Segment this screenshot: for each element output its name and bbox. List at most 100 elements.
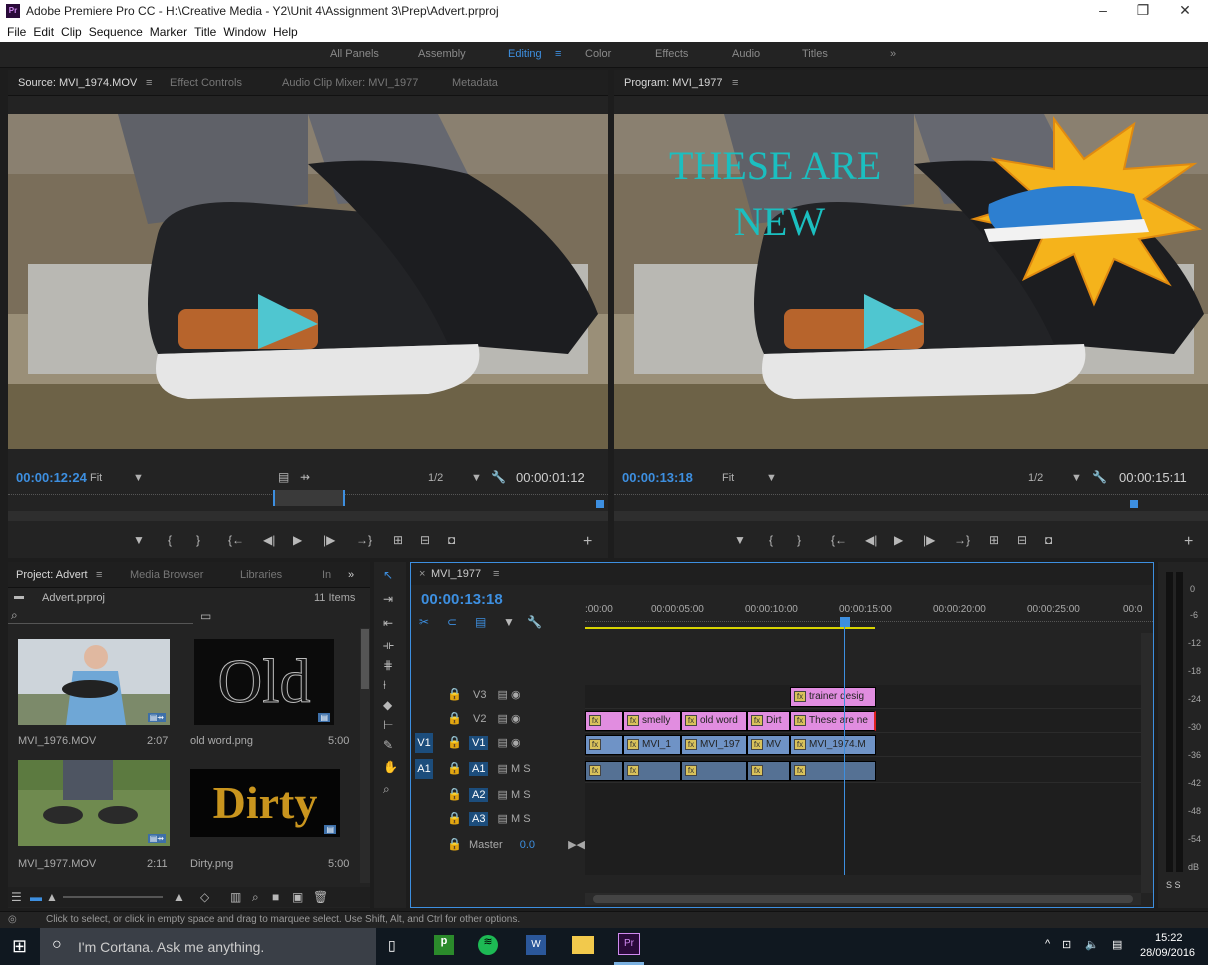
clip-v2-these-are-new[interactable]: fx These are ne	[790, 711, 876, 731]
program-go-to-out-icon[interactable]: →}	[954, 533, 970, 547]
timeline-tracks[interactable]: fx trainer desig fx fx smelly fx old word f…	[585, 625, 1141, 875]
timeline-ruler[interactable]: :00:00 00:00:05:00 00:00:10:00 00:00:15:…	[585, 603, 1153, 633]
file-explorer-icon[interactable]	[572, 936, 594, 954]
thumb-dirty[interactable]: Dirty ▤	[190, 769, 340, 837]
program-mark-in-icon[interactable]: {	[769, 533, 773, 547]
clip-v2-1[interactable]: fx	[585, 711, 623, 731]
track-output-icon-a3[interactable]: ▤	[498, 813, 508, 825]
item-name-mvi-1976[interactable]: MVI_1976.MOV	[18, 735, 96, 747]
source-panel-menu-icon[interactable]: ≡	[146, 77, 152, 89]
workspace-menu-icon[interactable]: ≡	[555, 48, 561, 60]
source-patch-a1[interactable]: A1	[415, 759, 433, 779]
track-lock-icon-a1[interactable]: 🔒	[447, 761, 462, 775]
mute-button-a1[interactable]: M	[511, 763, 520, 775]
word-icon[interactable]: W	[526, 935, 546, 955]
rate-stretch-tool-icon[interactable]: ⋕	[383, 658, 393, 672]
meter-solo-buttons[interactable]: S S	[1166, 880, 1181, 890]
timeline-vertical-scrollbar[interactable]	[1141, 633, 1153, 893]
razor-tool-icon[interactable]: ⍿	[383, 678, 386, 693]
rolling-edit-tool-icon[interactable]: ⟛	[383, 638, 394, 653]
track-lock-icon-a2[interactable]: 🔒	[447, 787, 462, 801]
insert-icon[interactable]: ⊞	[393, 533, 403, 547]
track-output-icon-v2[interactable]: ▤	[498, 713, 508, 725]
hand-tool-icon[interactable]: ✋	[383, 760, 398, 774]
clip-v2-dirty[interactable]: fx Dirt	[747, 711, 790, 731]
tab-libraries[interactable]: Libraries	[240, 569, 282, 581]
clip-a1-4[interactable]: fx	[747, 761, 790, 781]
menu-title[interactable]: Title	[194, 22, 216, 42]
clock-time[interactable]: 15:22	[1155, 932, 1183, 944]
lift-icon[interactable]: ⊞	[989, 533, 999, 547]
timeline-playhead-handle[interactable]	[840, 617, 850, 627]
workspace-audio[interactable]: Audio	[732, 48, 760, 60]
source-resolution-chevron-icon[interactable]: ▼	[471, 472, 482, 484]
thumb-mvi-1977[interactable]: ▤⇸	[18, 760, 170, 846]
minimize-button[interactable]: –	[1088, 2, 1118, 18]
ripple-edit-tool-icon[interactable]: ⇤	[383, 616, 393, 630]
program-resolution-chevron-icon[interactable]: ▼	[1071, 472, 1082, 484]
clip-v1-mvi-1[interactable]: fx MVI_1	[623, 735, 681, 755]
track-lock-icon-a3[interactable]: 🔒	[447, 811, 462, 825]
notifications-icon[interactable]: ▤	[1112, 938, 1122, 951]
source-fit-chevron-icon[interactable]: ▼	[133, 472, 144, 484]
project-panel-menu-icon[interactable]: ≡	[96, 569, 102, 581]
task-view-icon[interactable]: ▯	[388, 937, 396, 954]
tray-chevron-icon[interactable]: ^	[1045, 938, 1050, 950]
item-name-mvi-1977[interactable]: MVI_1977.MOV	[18, 858, 96, 870]
menu-window[interactable]: Window	[223, 22, 266, 42]
menu-file[interactable]: File	[7, 22, 26, 42]
volume-icon[interactable]: 🔈	[1085, 938, 1099, 951]
program-zoom-bar[interactable]	[614, 511, 1208, 521]
tab-media-browser[interactable]: Media Browser	[130, 569, 203, 581]
track-lock-icon-v1[interactable]: 🔒	[447, 735, 462, 749]
track-select-tool-icon[interactable]: ⇥	[383, 592, 393, 606]
workspace-overflow-icon[interactable]: »	[890, 48, 896, 60]
program-playhead-timecode[interactable]: 00:00:13:18	[622, 470, 693, 485]
solo-button-a2[interactable]: S	[523, 789, 530, 801]
work-area-bar[interactable]	[585, 627, 875, 629]
tab-audio-clip-mixer[interactable]: Audio Clip Mixer: MVI_1977	[282, 77, 418, 89]
mute-button-a3[interactable]: M	[511, 813, 520, 825]
clock-date[interactable]: 28/09/2016	[1140, 947, 1195, 959]
selection-tool-icon[interactable]: ↖	[383, 568, 393, 582]
source-playhead-timecode[interactable]: 00:00:12:24	[16, 470, 87, 485]
source-video-frame[interactable]	[8, 114, 608, 449]
go-to-in-icon[interactable]: {←	[228, 533, 244, 547]
program-time-ruler[interactable]	[614, 494, 1208, 504]
tab-project[interactable]: Project: Advert	[16, 569, 88, 581]
project-search-input[interactable]: ⌕	[8, 606, 193, 624]
tab-info[interactable]: In	[322, 569, 331, 581]
solo-button-a1[interactable]: S	[523, 763, 530, 775]
thumbnail-zoom-slider[interactable]	[63, 896, 163, 898]
menu-edit[interactable]: Edit	[33, 22, 54, 42]
icon-view-icon[interactable]: ▬	[30, 890, 42, 904]
program-panel-menu-icon[interactable]: ≡	[732, 77, 738, 89]
overwrite-icon[interactable]: ⊟	[420, 533, 430, 547]
add-marker-icon[interactable]: ▼	[133, 533, 145, 547]
master-lock-icon[interactable]: 🔒	[447, 837, 462, 851]
tab-program[interactable]: Program: MVI_1977	[624, 77, 722, 89]
list-view-icon[interactable]: ☰	[11, 890, 22, 904]
add-marker-timeline-icon[interactable]: ▤	[475, 615, 486, 629]
source-resolution-dropdown[interactable]: 1/2	[428, 472, 443, 484]
workspace-assembly[interactable]: Assembly	[418, 48, 466, 60]
marker-icon[interactable]: ▼	[503, 615, 515, 629]
step-forward-icon[interactable]: |▶	[323, 533, 335, 547]
workspace-all-panels[interactable]: All Panels	[330, 48, 379, 60]
mark-in-icon[interactable]: {	[168, 533, 172, 547]
play-icon[interactable]: ▶	[293, 533, 302, 547]
tab-source[interactable]: Source: MVI_1974.MOV	[18, 77, 137, 89]
automate-to-sequence-icon[interactable]: ▥	[230, 890, 241, 904]
track-output-icon-a2[interactable]: ▤	[498, 789, 508, 801]
go-to-out-icon[interactable]: →}	[356, 533, 372, 547]
tab-metadata[interactable]: Metadata	[452, 77, 498, 89]
solo-button-a3[interactable]: S	[523, 813, 530, 825]
linked-selection-icon[interactable]: ⊂	[447, 615, 457, 629]
master-volume-value[interactable]: 0.0	[520, 839, 535, 851]
clip-a1-5[interactable]: fx	[790, 761, 876, 781]
track-eye-icon-v1[interactable]: ◉	[511, 737, 521, 749]
program-settings-wrench-icon[interactable]: 🔧	[1092, 470, 1107, 484]
thumb-old-word[interactable]: Old ▤	[194, 639, 334, 725]
clip-a1-2[interactable]: fx	[623, 761, 681, 781]
tab-effect-controls[interactable]: Effect Controls	[170, 77, 242, 89]
